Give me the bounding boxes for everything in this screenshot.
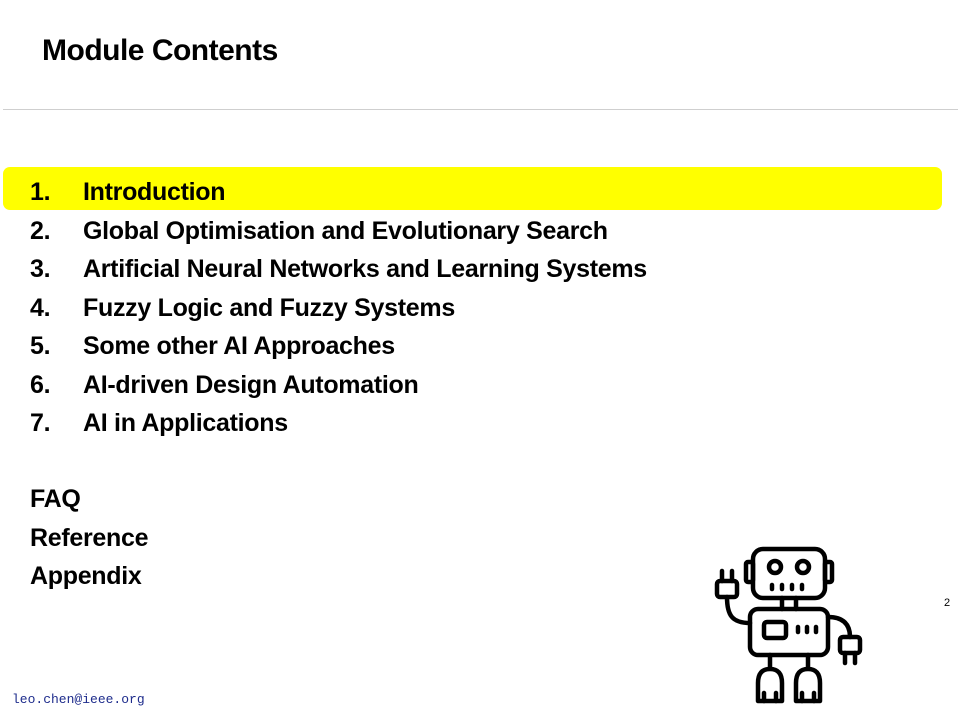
contents-list: 1. Introduction 2. Global Optimisation a… — [30, 173, 647, 443]
item-number: 3. — [30, 255, 51, 283]
contents-item-introduction[interactable]: 1. Introduction — [30, 173, 647, 212]
item-number: 6. — [30, 370, 51, 399]
extra-sections-list: FAQ Reference Appendix — [30, 480, 149, 596]
item-label: AI-driven Design Automation — [83, 370, 419, 399]
extra-item-reference[interactable]: Reference — [30, 519, 149, 558]
contents-item-other-ai[interactable]: 5. Some other AI Approaches — [30, 327, 647, 366]
contents-item-applications[interactable]: 7. AI in Applications — [30, 404, 647, 443]
robot-icon — [712, 545, 877, 712]
extra-item-faq[interactable]: FAQ — [30, 480, 148, 519]
page-number: 2 — [944, 597, 951, 609]
item-number: 2. — [30, 216, 51, 245]
item-number: 1. — [30, 178, 51, 206]
slide-title: Module Contents — [42, 34, 278, 67]
item-label: Global Optimisation and Evolutionary Sea… — [83, 216, 608, 245]
extra-item-appendix[interactable]: Appendix — [30, 557, 148, 596]
item-label: Artificial Neural Networks and Learning … — [83, 255, 647, 283]
contents-item-neural-networks[interactable]: 3. Artificial Neural Networks and Learni… — [30, 250, 647, 289]
item-label: AI in Applications — [83, 409, 288, 437]
footer-email: leo.chen@ieee.org — [12, 692, 145, 707]
contents-item-design-automation[interactable]: 6. AI-driven Design Automation — [30, 366, 647, 405]
contents-item-fuzzy-logic[interactable]: 4. Fuzzy Logic and Fuzzy Systems — [30, 289, 647, 328]
item-number: 7. — [30, 409, 51, 437]
item-label: Introduction — [83, 178, 226, 206]
item-number: 4. — [30, 293, 51, 322]
contents-item-global-optimisation[interactable]: 2. Global Optimisation and Evolutionary … — [30, 212, 647, 251]
title-divider — [3, 109, 958, 110]
item-label: Some other AI Approaches — [83, 332, 395, 360]
item-label: Fuzzy Logic and Fuzzy Systems — [83, 293, 455, 322]
item-number: 5. — [30, 332, 51, 360]
